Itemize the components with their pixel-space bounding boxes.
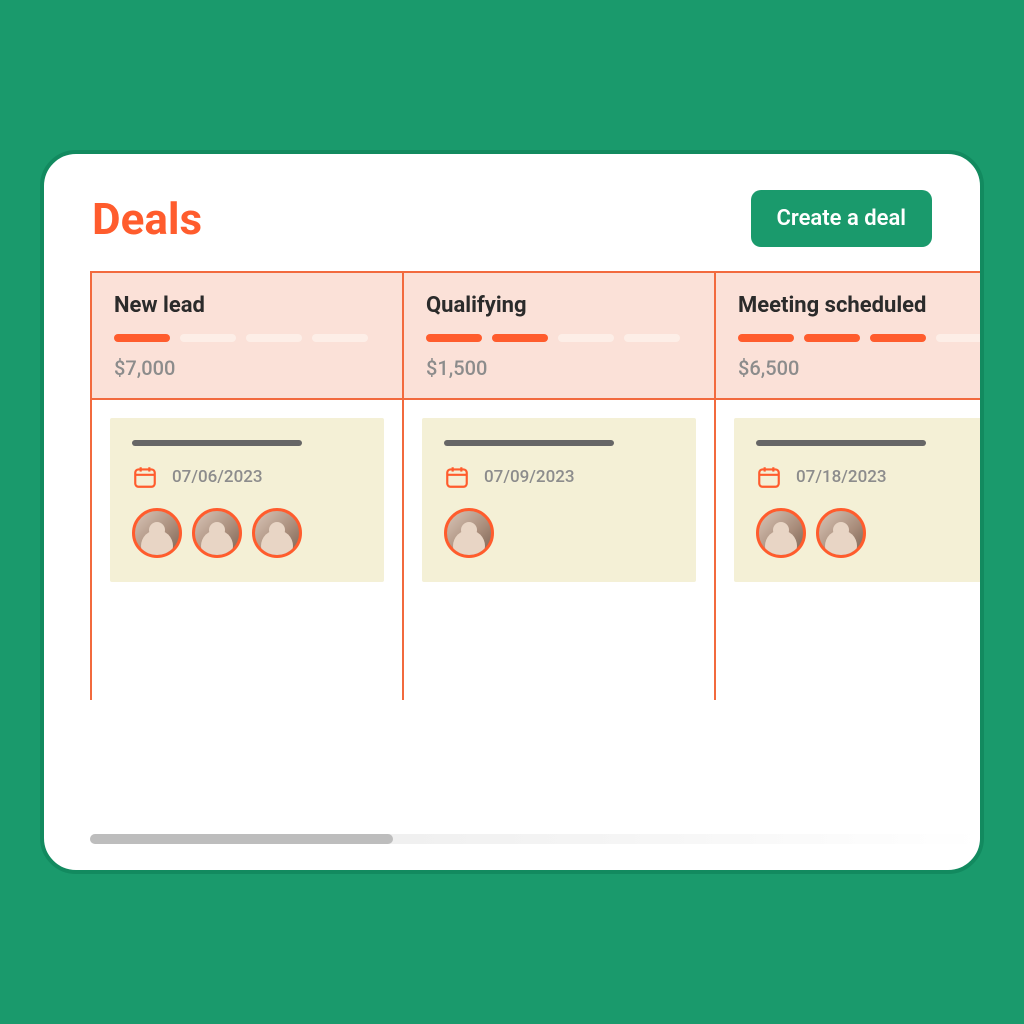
progress-segment xyxy=(558,334,614,342)
avatar[interactable] xyxy=(816,508,866,558)
column-amount: $6,500 xyxy=(738,356,984,380)
deal-card[interactable]: 07/06/2023 xyxy=(110,418,384,582)
card-title-placeholder xyxy=(444,440,614,446)
calendar-icon xyxy=(756,464,782,490)
card-date: 07/06/2023 xyxy=(172,467,263,487)
column-header: Meeting scheduled $6,500 xyxy=(716,273,984,400)
progress-segment xyxy=(870,334,926,342)
page-title: Deals xyxy=(92,193,202,245)
avatar[interactable] xyxy=(132,508,182,558)
progress-segment xyxy=(180,334,236,342)
progress-segment xyxy=(114,334,170,342)
calendar-icon xyxy=(444,464,470,490)
column-amount: $1,500 xyxy=(426,356,692,380)
card-title-placeholder xyxy=(756,440,926,446)
progress-segment xyxy=(492,334,548,342)
progress-segment xyxy=(426,334,482,342)
column-title: New lead xyxy=(114,293,380,318)
card-avatars xyxy=(444,508,674,558)
card-avatars xyxy=(132,508,362,558)
column-title: Qualifying xyxy=(426,293,692,318)
pipeline-column: Qualifying $1,500 07/09/2023 xyxy=(404,273,716,700)
avatar[interactable] xyxy=(756,508,806,558)
pipeline-column: Meeting scheduled $6,500 07/18/2023 xyxy=(716,273,984,700)
avatar[interactable] xyxy=(444,508,494,558)
pipeline-column: New lead $7,000 07/06/2023 xyxy=(92,273,404,700)
deals-window: Deals Create a deal New lead $7,000 07/06/… xyxy=(40,150,984,874)
column-header: Qualifying $1,500 xyxy=(404,273,714,400)
column-body: 07/18/2023 xyxy=(716,400,984,700)
deal-card[interactable]: 07/18/2023 xyxy=(734,418,984,582)
progress-bar xyxy=(426,334,692,342)
avatar[interactable] xyxy=(192,508,242,558)
progress-segment xyxy=(804,334,860,342)
card-date-row: 07/18/2023 xyxy=(756,464,984,490)
avatar[interactable] xyxy=(252,508,302,558)
header: Deals Create a deal xyxy=(44,154,980,271)
column-title: Meeting scheduled xyxy=(738,293,984,318)
progress-bar xyxy=(114,334,380,342)
column-amount: $7,000 xyxy=(114,356,380,380)
progress-segment xyxy=(246,334,302,342)
card-avatars xyxy=(756,508,984,558)
card-date-row: 07/09/2023 xyxy=(444,464,674,490)
progress-segment xyxy=(624,334,680,342)
create-deal-button[interactable]: Create a deal xyxy=(751,190,933,247)
column-body: 07/09/2023 xyxy=(404,400,714,700)
calendar-icon xyxy=(132,464,158,490)
card-date: 07/18/2023 xyxy=(796,467,887,487)
progress-segment xyxy=(312,334,368,342)
scrollbar-thumb[interactable] xyxy=(90,834,393,844)
card-title-placeholder xyxy=(132,440,302,446)
column-header: New lead $7,000 xyxy=(92,273,402,400)
deal-card[interactable]: 07/09/2023 xyxy=(422,418,696,582)
card-date-row: 07/06/2023 xyxy=(132,464,362,490)
horizontal-scrollbar[interactable] xyxy=(90,834,980,844)
progress-bar xyxy=(738,334,984,342)
pipeline-board: New lead $7,000 07/06/2023 Qualifying $1,500… xyxy=(90,271,984,700)
column-body: 07/06/2023 xyxy=(92,400,402,700)
progress-segment xyxy=(936,334,984,342)
card-date: 07/09/2023 xyxy=(484,467,575,487)
progress-segment xyxy=(738,334,794,342)
